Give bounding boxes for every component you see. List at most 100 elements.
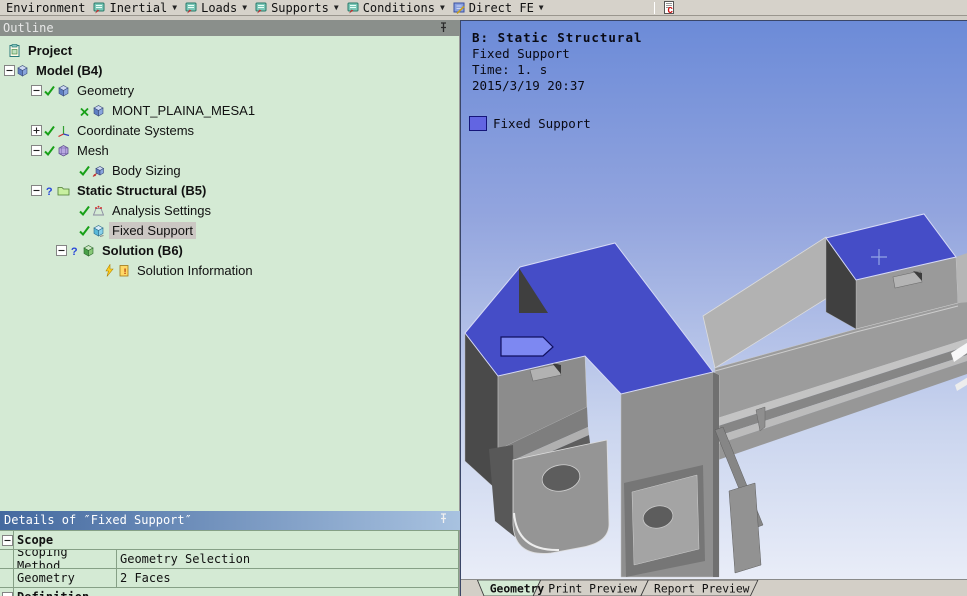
outline-panel-header: Outline <box>0 20 460 36</box>
minus-box-icon[interactable] <box>2 534 13 546</box>
toolbar-item-supports[interactable]: Supports ▼ <box>253 0 345 15</box>
check-icon <box>43 144 56 157</box>
viewport-annotation: B: Static Structural Fixed Support Time:… <box>472 30 643 94</box>
toolbar-separator <box>653 1 655 14</box>
legend-label: Fixed Support <box>493 116 591 131</box>
toolbar-item-loads[interactable]: Loads ▼ <box>183 0 253 15</box>
minus-box-icon[interactable] <box>31 84 42 96</box>
dropdown-caret-icon: ▼ <box>538 3 544 12</box>
toolbar-item-conditions[interactable]: Conditions ▼ <box>345 0 451 15</box>
toolbar-item-direct-fe[interactable]: Direct FE ▼ <box>451 0 550 15</box>
minus-box-icon[interactable] <box>2 591 13 596</box>
graphics-viewport[interactable]: B: Static Structural Fixed Support Time:… <box>460 20 967 596</box>
details-row-scoping-method: Scoping Method Geometry Selection <box>0 550 459 569</box>
details-panel-header: Details of ″Fixed Support″ <box>0 511 460 530</box>
minus-box-icon[interactable] <box>56 244 67 256</box>
row-gutter-cell <box>0 569 14 588</box>
ansys-mechanical-window: Environment Inertial ▼ Loads ▼ Supports ▼ Condi… <box>0 0 967 596</box>
environment-folder-icon <box>57 184 70 197</box>
minus-box-icon[interactable] <box>31 184 42 196</box>
section-expander-cell[interactable] <box>0 588 14 596</box>
minus-box-icon[interactable] <box>4 64 15 76</box>
load-name-label: Fixed Support <box>472 46 570 61</box>
section-expander-cell[interactable] <box>0 531 14 550</box>
row-gutter-cell <box>0 550 14 569</box>
question-icon: ? <box>43 184 56 199</box>
analysis-settings-icon <box>92 204 105 217</box>
dropdown-caret-icon: ▼ <box>439 3 445 12</box>
check-icon <box>43 84 56 97</box>
viewport-canvas[interactable]: B: Static Structural Fixed Support Time:… <box>461 21 967 579</box>
toolbar-item-label: Environment <box>6 0 86 15</box>
details-row-label: Geometry <box>14 569 117 588</box>
toolbar-item-label: Conditions <box>362 0 435 15</box>
dropdown-caret-icon: ▼ <box>242 3 248 12</box>
part-cube-icon <box>92 104 105 117</box>
details-row-value[interactable]: 2 Faces <box>117 569 459 588</box>
tree-item-project[interactable]: Project <box>0 40 459 60</box>
tree-item-label: Model (B4) <box>36 62 103 78</box>
timestamp-label: 2015/3/19 20:37 <box>472 78 585 93</box>
selection-arrow-annotation <box>500 336 554 357</box>
tree-item-coordinate-systems[interactable]: Coordinate Systems <box>0 120 459 140</box>
outline-tree: Project Model (B4) Geometry MONT_PLAINA_MES… <box>0 36 460 511</box>
tree-item-solution-b6[interactable]: ? Solution (B6) <box>0 240 459 260</box>
tree-item-analysis-settings[interactable]: Analysis Settings <box>0 200 459 220</box>
solution-info-icon: ! <box>117 264 130 277</box>
tree-item-model-b4[interactable]: Model (B4) <box>0 60 459 80</box>
tree-item-body-sizing[interactable]: Body Sizing <box>0 160 459 180</box>
tree-item-mont-plaina-mesa1[interactable]: MONT_PLAINA_MESA1 <box>0 100 459 120</box>
check-icon <box>78 164 91 177</box>
tab-geometry-label[interactable]: Geometry <box>490 581 545 595</box>
pin-icon[interactable] <box>437 21 450 34</box>
solution-cube-icon <box>82 244 95 257</box>
viewport-tab-bar: Geometry Print Preview Report Preview <box>461 579 967 596</box>
direct-fe-icon <box>453 1 466 15</box>
commands-button[interactable]: C <box>661 0 682 16</box>
mesh-cube-icon <box>57 144 70 157</box>
tree-item-label: Body Sizing <box>112 162 181 178</box>
plus-box-icon[interactable] <box>31 124 42 136</box>
tab-report-preview-label[interactable]: Report Preview <box>654 581 750 595</box>
coordinate-axes-icon <box>57 124 70 137</box>
tree-item-label: Analysis Settings <box>112 202 211 218</box>
pin-icon[interactable] <box>437 512 450 525</box>
dropdown-caret-icon: ▼ <box>333 3 339 12</box>
details-row-value[interactable]: Geometry Selection <box>117 550 459 569</box>
svg-text:C: C <box>667 6 673 14</box>
toolbar-item-environment[interactable]: Environment <box>4 0 91 15</box>
tree-item-label: Geometry <box>77 82 135 98</box>
model-cube-icon <box>16 64 29 77</box>
load-green-icon <box>93 1 106 14</box>
tree-item-geometry[interactable]: Geometry <box>0 80 459 100</box>
viewport-3d-model <box>464 213 967 578</box>
svg-text:?: ? <box>46 187 53 197</box>
project-icon <box>8 43 21 57</box>
svg-text:?: ? <box>71 247 78 257</box>
fixed-support-icon <box>92 224 105 237</box>
toolbar-item-label: Direct FE <box>468 0 534 15</box>
tree-item-label: Mesh <box>77 142 109 158</box>
tree-item-mesh[interactable]: Mesh <box>0 140 459 160</box>
viewport-legend: Fixed Support <box>469 116 591 131</box>
load-green-icon <box>255 1 268 14</box>
minus-box-icon[interactable] <box>31 144 42 156</box>
tree-item-fixed-support[interactable]: Fixed Support <box>0 220 459 240</box>
legend-color-swatch <box>469 116 487 131</box>
tree-item-label: Solution (B6) <box>102 242 183 258</box>
details-section-header: Scope <box>14 531 459 550</box>
tree-item-solution-information[interactable]: ! Solution Information <box>0 260 459 280</box>
tree-item-label: Fixed Support <box>109 221 196 239</box>
toolbar-item-inertial[interactable]: Inertial ▼ <box>91 0 183 15</box>
tab-print-preview-label[interactable]: Print Preview <box>548 581 637 595</box>
tree-item-label: MONT_PLAINA_MESA1 <box>112 102 256 118</box>
tree-item-static-structural-b5[interactable]: ? Static Structural (B5) <box>0 180 459 200</box>
details-table: Scope Scoping Method Geometry Selection Geo… <box>0 530 460 596</box>
geometry-cube-icon <box>57 84 70 97</box>
check-icon <box>78 204 91 217</box>
details-section-definition: Definition <box>0 588 459 596</box>
check-icon <box>43 124 56 137</box>
commands-icon: C <box>663 1 676 16</box>
toolbar-item-label: Loads <box>201 0 238 15</box>
cross-green-icon <box>78 104 91 117</box>
